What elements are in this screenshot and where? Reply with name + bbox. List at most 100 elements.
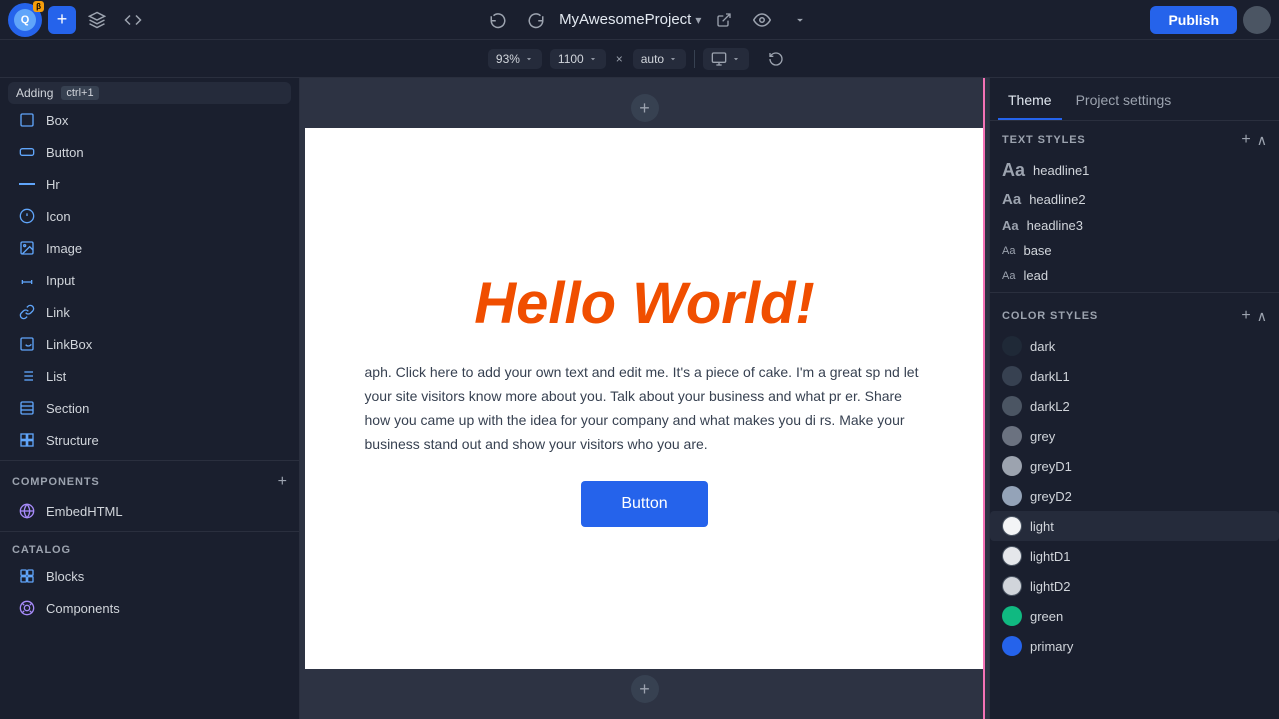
zoom-control[interactable]: 93% xyxy=(488,49,542,69)
color-style-label: light xyxy=(1030,519,1054,534)
add-component-button[interactable]: + xyxy=(278,473,287,491)
text-style-lead[interactable]: Aa lead xyxy=(990,263,1279,288)
color-styles-title: COLOR STYLES xyxy=(1002,310,1098,322)
catalog-section-header: CATALOG xyxy=(0,536,299,560)
add-text-style-button[interactable]: + xyxy=(1241,131,1250,149)
logo-button[interactable]: Q β xyxy=(8,3,42,37)
sidebar-item-blocks[interactable]: Blocks xyxy=(4,560,295,592)
color-swatch xyxy=(1002,366,1022,386)
device-selector[interactable] xyxy=(703,48,749,70)
color-style-light[interactable]: light xyxy=(990,511,1279,541)
sidebar-item-label: Input xyxy=(46,273,75,288)
color-style-primary[interactable]: primary xyxy=(990,631,1279,661)
color-swatch xyxy=(1002,606,1022,626)
sidebar-item-linkbox[interactable]: LinkBox xyxy=(4,328,295,360)
sidebar-item-label: Box xyxy=(46,113,68,128)
color-style-greyD1[interactable]: greyD1 xyxy=(990,451,1279,481)
sidebar-item-input[interactable]: Input xyxy=(4,264,295,296)
sidebar-item-button[interactable]: Button xyxy=(4,136,295,168)
color-style-green[interactable]: green xyxy=(990,601,1279,631)
color-swatch xyxy=(1002,516,1022,536)
sidebar-item-structure[interactable]: Structure xyxy=(4,424,295,456)
color-swatch xyxy=(1002,426,1022,446)
tab-theme[interactable]: Theme xyxy=(998,78,1062,120)
layers-icon[interactable] xyxy=(82,5,112,35)
hr-icon xyxy=(18,175,36,193)
sidebar-item-hr[interactable]: Hr xyxy=(4,168,295,200)
width-control[interactable]: 1100 xyxy=(550,49,606,69)
link-icon xyxy=(18,303,36,321)
color-style-lightD2[interactable]: lightD2 xyxy=(990,571,1279,601)
embedhtml-icon xyxy=(18,502,36,520)
aa-icon: Aa xyxy=(1002,270,1015,282)
canvas-title[interactable]: Hello World! xyxy=(474,270,814,337)
pink-guideline xyxy=(983,78,985,719)
publish-button[interactable]: Publish xyxy=(1150,6,1237,34)
aa-icon: Aa xyxy=(1002,245,1015,257)
sidebar-item-box[interactable]: Box xyxy=(4,104,295,136)
text-style-base[interactable]: Aa base xyxy=(990,238,1279,263)
preview-button[interactable] xyxy=(747,5,777,35)
collapse-color-styles-button[interactable]: ∧ xyxy=(1257,308,1267,325)
text-style-headline3[interactable]: Aa headline3 xyxy=(990,213,1279,238)
text-style-headline1[interactable]: Aa headline1 xyxy=(990,155,1279,186)
adding-shortcut: ctrl+1 xyxy=(61,86,98,100)
color-style-label: primary xyxy=(1030,639,1073,654)
color-swatch xyxy=(1002,456,1022,476)
collapse-text-styles-button[interactable]: ∧ xyxy=(1257,132,1267,149)
text-style-label: headline2 xyxy=(1029,192,1085,207)
canvas-area: + Hello World! aph. Click here to add yo… xyxy=(300,78,989,719)
color-swatch xyxy=(1002,636,1022,656)
sidebar-item-label: Button xyxy=(46,145,84,160)
sidebar-item-section[interactable]: Section xyxy=(4,392,295,424)
color-style-grey[interactable]: grey xyxy=(990,421,1279,451)
height-control[interactable]: auto xyxy=(633,49,686,69)
components-section-title: COMPONENTS xyxy=(12,476,100,488)
color-style-dark[interactable]: dark xyxy=(990,331,1279,361)
right-panel-divider xyxy=(990,292,1279,293)
color-style-label: grey xyxy=(1030,429,1055,444)
input-icon xyxy=(18,271,36,289)
canvas-body-text[interactable]: aph. Click here to add your own text and… xyxy=(365,361,925,456)
right-panel-tabs: Theme Project settings xyxy=(990,78,1279,121)
color-swatch xyxy=(1002,396,1022,416)
aa-icon: Aa xyxy=(1002,191,1021,208)
sidebar-item-icon[interactable]: Icon xyxy=(4,200,295,232)
sidebar-item-list[interactable]: List xyxy=(4,360,295,392)
catalog-section-title: CATALOG xyxy=(12,544,71,556)
canvas-button[interactable]: Button xyxy=(581,481,707,527)
project-dropdown-icon: ▾ xyxy=(695,13,701,27)
topbar-right: Publish xyxy=(1150,6,1271,34)
sidebar-item-label: LinkBox xyxy=(46,337,92,352)
redo-button[interactable] xyxy=(521,5,551,35)
sidebar-item-components-catalog[interactable]: Components xyxy=(4,592,295,624)
add-element-button[interactable]: + xyxy=(48,6,76,34)
color-style-darkL1[interactable]: darkL1 xyxy=(990,361,1279,391)
text-style-label: headline1 xyxy=(1033,163,1089,178)
open-new-tab-button[interactable] xyxy=(709,5,739,35)
right-panel: Theme Project settings TEXT STYLES + ∧ A… xyxy=(989,78,1279,719)
avatar xyxy=(1243,6,1271,34)
more-options-button[interactable] xyxy=(785,5,815,35)
undo-button[interactable] xyxy=(483,5,513,35)
color-style-lightD1[interactable]: lightD1 xyxy=(990,541,1279,571)
text-style-headline2[interactable]: Aa headline2 xyxy=(990,186,1279,213)
sidebar-item-embedhtml[interactable]: EmbedHTML xyxy=(4,495,295,527)
tab-project-settings[interactable]: Project settings xyxy=(1066,78,1182,120)
refresh-canvas-button[interactable] xyxy=(761,44,791,74)
icon-icon xyxy=(18,207,36,225)
sidebar-item-image[interactable]: Image xyxy=(4,232,295,264)
color-style-greyD2[interactable]: greyD2 xyxy=(990,481,1279,511)
code-icon[interactable] xyxy=(118,5,148,35)
add-row-bottom-button[interactable]: + xyxy=(631,675,659,703)
text-styles-title: TEXT STYLES xyxy=(1002,134,1086,146)
color-style-label: darkL2 xyxy=(1030,399,1070,414)
toolbar-divider xyxy=(694,50,695,68)
sidebar-item-label: Structure xyxy=(46,433,99,448)
add-color-style-button[interactable]: + xyxy=(1241,307,1250,325)
project-name[interactable]: MyAwesomeProject ▾ xyxy=(559,11,701,28)
sidebar-item-link[interactable]: Link xyxy=(4,296,295,328)
color-style-darkL2[interactable]: darkL2 xyxy=(990,391,1279,421)
canvas-section: Hello World! aph. Click here to add your… xyxy=(305,128,985,669)
add-row-top-button[interactable]: + xyxy=(631,94,659,122)
